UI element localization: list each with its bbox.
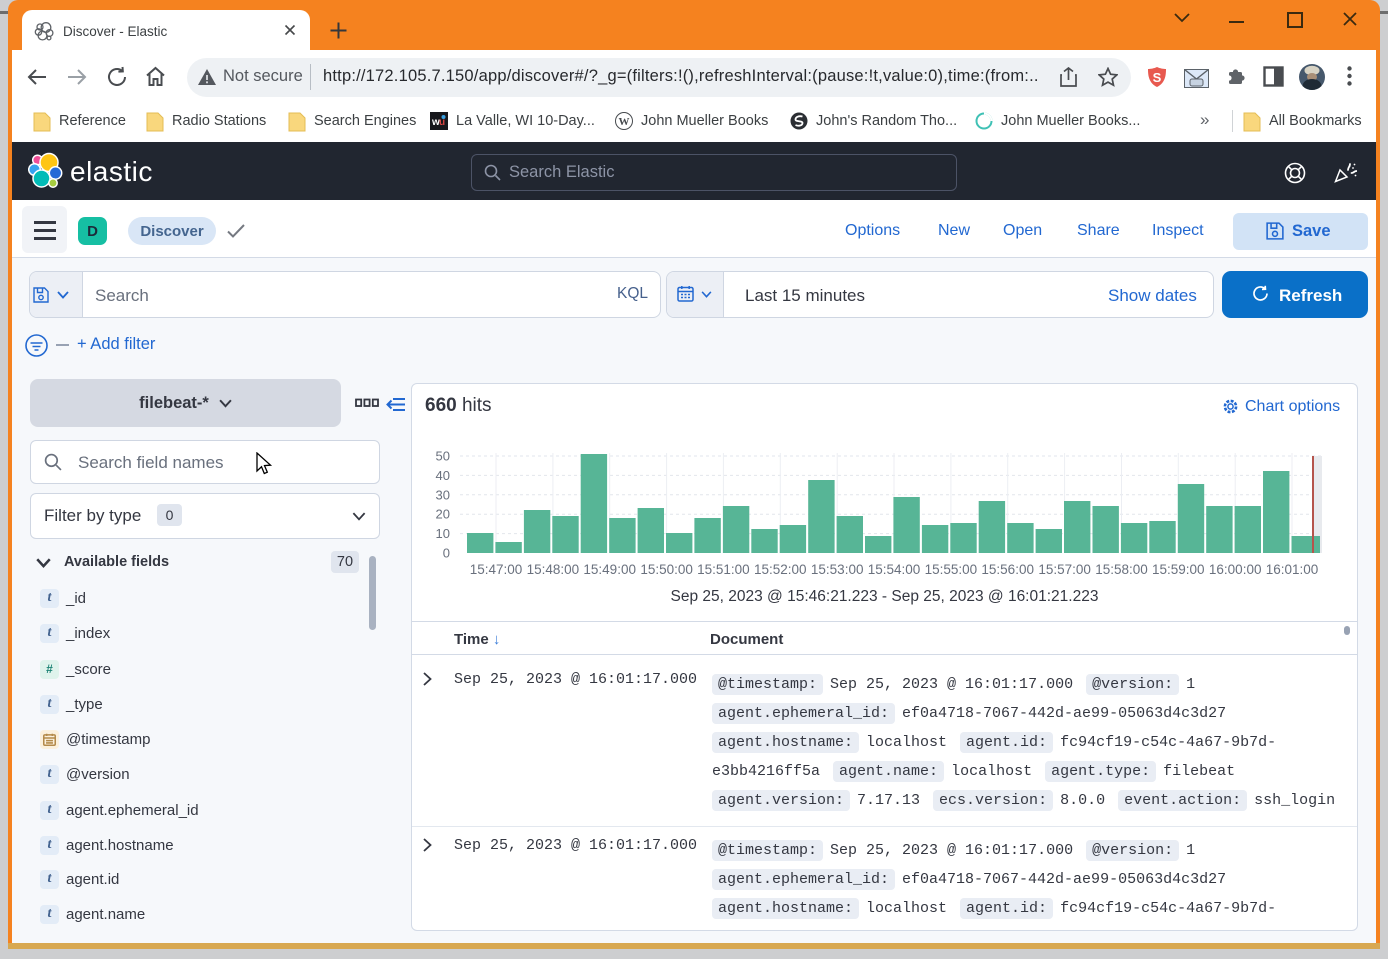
svg-text:15:49:00: 15:49:00 bbox=[583, 562, 636, 577]
svg-text:S: S bbox=[1153, 70, 1162, 85]
svg-text:15:51:00: 15:51:00 bbox=[697, 562, 750, 577]
svg-text:15:50:00: 15:50:00 bbox=[640, 562, 693, 577]
svg-text:20: 20 bbox=[436, 507, 450, 522]
svg-text:15:53:00: 15:53:00 bbox=[811, 562, 864, 577]
svg-text:10: 10 bbox=[436, 526, 450, 541]
svg-text:15:58:00: 15:58:00 bbox=[1095, 562, 1148, 577]
svg-text:15:56:00: 15:56:00 bbox=[981, 562, 1034, 577]
svg-text:15:47:00: 15:47:00 bbox=[470, 562, 523, 577]
svg-text:15:54:00: 15:54:00 bbox=[868, 562, 921, 577]
svg-text:16:00:00: 16:00:00 bbox=[1209, 562, 1262, 577]
svg-text:16:01:00: 16:01:00 bbox=[1266, 562, 1319, 577]
svg-text:15:48:00: 15:48:00 bbox=[527, 562, 580, 577]
svg-text:15:52:00: 15:52:00 bbox=[754, 562, 807, 577]
svg-text:50: 50 bbox=[436, 449, 450, 464]
svg-text:W: W bbox=[619, 116, 630, 128]
svg-text:15:55:00: 15:55:00 bbox=[925, 562, 978, 577]
svg-text:0: 0 bbox=[443, 546, 450, 561]
svg-text:15:57:00: 15:57:00 bbox=[1038, 562, 1091, 577]
svg-text:15:59:00: 15:59:00 bbox=[1152, 562, 1205, 577]
svg-text:40: 40 bbox=[436, 468, 450, 483]
svg-text:30: 30 bbox=[436, 487, 450, 502]
